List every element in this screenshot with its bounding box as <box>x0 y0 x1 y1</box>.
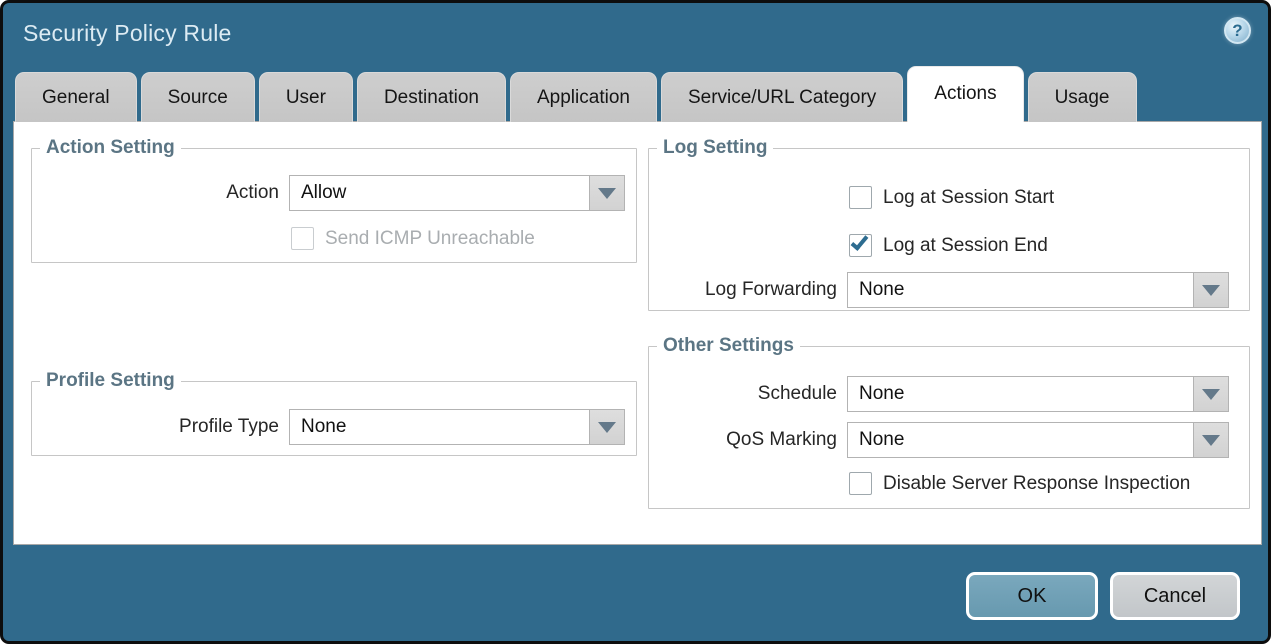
log-forwarding-select[interactable]: None <box>847 272 1229 308</box>
tab-application[interactable]: Application <box>510 72 657 122</box>
qos-marking-select-value: None <box>847 422 1194 458</box>
action-setting-group: Action Setting Action Allow Send ICMP Un… <box>31 137 637 263</box>
profile-type-row: Profile Type None <box>32 409 636 445</box>
qos-marking-select[interactable]: None <box>847 422 1229 458</box>
tab-service-url-category[interactable]: Service/URL Category <box>661 72 903 122</box>
profile-type-label: Profile Type <box>32 409 279 445</box>
help-icon[interactable]: ? <box>1224 17 1251 44</box>
ok-button[interactable]: OK <box>966 572 1098 620</box>
disable-server-response-inspection-checkbox[interactable] <box>849 472 872 495</box>
qos-marking-select-button[interactable] <box>1194 422 1229 458</box>
log-forwarding-select-value: None <box>847 272 1194 308</box>
qos-marking-label: QoS Marking <box>649 422 837 458</box>
action-select-button[interactable] <box>590 175 625 211</box>
action-setting-legend: Action Setting <box>40 137 181 159</box>
dsri-row: Disable Server Response Inspection <box>649 472 1249 508</box>
log-forwarding-row: Log Forwarding None <box>649 272 1249 308</box>
schedule-label: Schedule <box>649 376 837 412</box>
log-forwarding-select-button[interactable] <box>1194 272 1229 308</box>
log-session-end-row: Log at Session End <box>649 234 1249 270</box>
log-session-end-checkbox[interactable] <box>849 234 872 257</box>
schedule-select-button[interactable] <box>1194 376 1229 412</box>
log-session-end-label: Log at Session End <box>883 234 1048 258</box>
chevron-down-icon <box>598 188 616 199</box>
security-policy-rule-dialog: Security Policy Rule ? General Source Us… <box>0 0 1271 644</box>
log-setting-group: Log Setting Log at Session Start Log at … <box>648 137 1250 311</box>
actions-tab-panel: Action Setting Action Allow Send ICMP Un… <box>13 121 1262 545</box>
chevron-down-icon <box>598 422 616 433</box>
log-session-start-checkbox[interactable] <box>849 186 872 209</box>
disable-server-response-inspection-label: Disable Server Response Inspection <box>883 472 1190 496</box>
action-select-value: Allow <box>289 175 590 211</box>
tab-user[interactable]: User <box>259 72 353 122</box>
profile-setting-group: Profile Setting Profile Type None <box>31 370 637 456</box>
chevron-down-icon <box>1202 435 1220 446</box>
tab-bar: General Source User Destination Applicat… <box>15 66 1137 122</box>
log-setting-legend: Log Setting <box>657 137 773 159</box>
action-label: Action <box>32 175 279 211</box>
page-title: Security Policy Rule <box>23 20 232 47</box>
title-bar: Security Policy Rule ? <box>3 3 1268 65</box>
action-row: Action Allow <box>32 175 636 211</box>
tab-actions[interactable]: Actions <box>907 66 1023 122</box>
profile-type-select-value: None <box>289 409 590 445</box>
tab-source[interactable]: Source <box>141 72 255 122</box>
cancel-button[interactable]: Cancel <box>1110 572 1240 620</box>
log-forwarding-label: Log Forwarding <box>649 272 837 308</box>
profile-type-select-button[interactable] <box>590 409 625 445</box>
profile-setting-legend: Profile Setting <box>40 370 181 392</box>
send-icmp-label: Send ICMP Unreachable <box>325 227 535 251</box>
send-icmp-row: Send ICMP Unreachable <box>32 227 636 263</box>
log-session-start-row: Log at Session Start <box>649 186 1249 222</box>
tab-usage[interactable]: Usage <box>1028 72 1137 122</box>
checkmark-icon <box>851 232 869 251</box>
send-icmp-checkbox[interactable] <box>291 227 314 250</box>
other-settings-group: Other Settings Schedule None QoS Marking… <box>648 335 1250 509</box>
schedule-select[interactable]: None <box>847 376 1229 412</box>
other-settings-legend: Other Settings <box>657 335 800 357</box>
schedule-row: Schedule None <box>649 376 1249 412</box>
schedule-select-value: None <box>847 376 1194 412</box>
tab-destination[interactable]: Destination <box>357 72 506 122</box>
chevron-down-icon <box>1202 285 1220 296</box>
action-select[interactable]: Allow <box>289 175 625 211</box>
chevron-down-icon <box>1202 389 1220 400</box>
log-session-start-label: Log at Session Start <box>883 186 1054 210</box>
tab-general[interactable]: General <box>15 72 137 122</box>
qos-marking-row: QoS Marking None <box>649 422 1249 458</box>
profile-type-select[interactable]: None <box>289 409 625 445</box>
